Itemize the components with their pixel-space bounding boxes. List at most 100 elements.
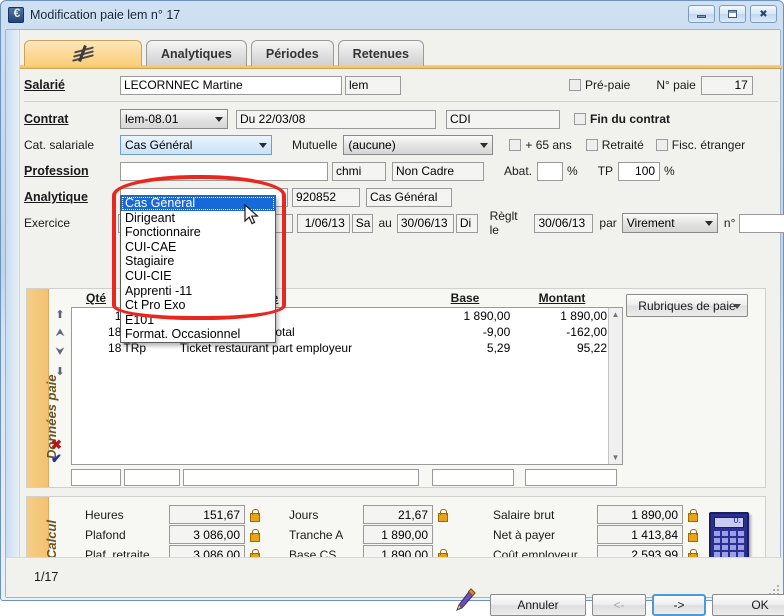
- rubriques-de-paie-button[interactable]: Rubriques de paie: [626, 294, 748, 317]
- rubriques-de-paie-label: Rubriques de paie: [638, 298, 736, 313]
- heures-input[interactable]: 151,67: [169, 505, 245, 524]
- prepaie-checkbox[interactable]: [569, 79, 581, 91]
- fin-contrat-checkbox[interactable]: [574, 113, 586, 125]
- check-validate-icon[interactable]: ✔: [51, 451, 62, 467]
- ok-button[interactable]: OK: [712, 594, 784, 616]
- edit-base-input[interactable]: [432, 469, 514, 486]
- profession-cadre-input[interactable]: Non Cadre: [392, 161, 484, 181]
- cell-base: -9,00: [482, 325, 511, 339]
- cat-salariale-combo[interactable]: Cas Général: [120, 135, 272, 155]
- chevron-down-icon: [704, 221, 713, 226]
- edit-code-input[interactable]: [124, 469, 180, 486]
- cat-salariale-label: Cat. salariale: [24, 138, 95, 152]
- mutuelle-combo[interactable]: (aucune): [343, 135, 494, 155]
- dropdown-option-6[interactable]: Apprenti -11: [121, 284, 275, 299]
- tab-analytiques[interactable]: Analytiques: [146, 40, 247, 66]
- pencil-edit-icon[interactable]: [454, 588, 476, 612]
- dropdown-option-9[interactable]: Format. Occasionnel: [121, 327, 275, 342]
- move-first-icon[interactable]: ⬆: [51, 305, 69, 324]
- tab-bar: Analytiques Périodes Retenues: [24, 38, 428, 66]
- table-row-empty[interactable]: [72, 388, 608, 404]
- calcul-side-label: Calcul: [44, 519, 59, 559]
- table-row-empty[interactable]: [72, 372, 608, 388]
- reglt-mode-combo[interactable]: Virement: [621, 213, 718, 233]
- profession-code-input[interactable]: chmi: [332, 161, 386, 181]
- dropdown-option-8[interactable]: E101: [121, 313, 275, 328]
- analytique-code-input[interactable]: 920852: [292, 187, 360, 207]
- chevron-down-icon: [480, 143, 489, 148]
- tranche-a-input[interactable]: 1 890,00: [363, 525, 433, 544]
- salaire-brut-label: Salaire brut: [493, 507, 555, 522]
- exercice-du-input[interactable]: 1/06/13: [296, 213, 350, 233]
- dropdown-option-4[interactable]: Stagiaire: [121, 254, 275, 269]
- plafond-input[interactable]: 3 086,00: [169, 525, 245, 544]
- profession-input[interactable]: [120, 161, 328, 181]
- dropdown-option-3[interactable]: CUI-CAE: [121, 240, 275, 255]
- client-area: Analytiques Périodes Retenues Salarié LE…: [5, 29, 784, 616]
- fisc-etranger-checkbox[interactable]: [655, 139, 668, 151]
- salaire-brut-input[interactable]: 1 890,00: [597, 505, 683, 524]
- table-row-empty[interactable]: [72, 356, 608, 372]
- table-row-empty[interactable]: [72, 452, 608, 464]
- col-base: Base: [417, 289, 513, 309]
- jours-input[interactable]: 21,67: [363, 505, 433, 524]
- abat-input[interactable]: [537, 161, 564, 181]
- maximize-icon[interactable]: [719, 5, 746, 23]
- retraite-checkbox[interactable]: [585, 139, 598, 151]
- close-icon[interactable]: ✖: [750, 5, 777, 23]
- grid-vertical-scrollbar[interactable]: ▲ ▼: [608, 308, 622, 464]
- numero-input[interactable]: [739, 213, 784, 233]
- exercice-au-input[interactable]: 30/06/13: [396, 213, 454, 233]
- tab-retenues[interactable]: Retenues: [337, 40, 424, 66]
- tp-input[interactable]: 100: [618, 161, 661, 181]
- prev-button[interactable]: <-: [592, 594, 646, 616]
- plus65-checkbox[interactable]: [509, 139, 522, 151]
- tab-general[interactable]: [24, 40, 142, 66]
- salarie-input[interactable]: LECORNNEC Martine: [120, 75, 342, 95]
- table-row-empty[interactable]: [72, 436, 608, 452]
- chevron-down-icon: [259, 143, 267, 148]
- calculator-icon[interactable]: [709, 512, 749, 560]
- dropdown-option-5[interactable]: CUI-CIE: [121, 269, 275, 284]
- grid-edit-row: [71, 469, 623, 486]
- minimize-icon[interactable]: [688, 5, 715, 23]
- analytique-value-input[interactable]: Cas Général: [366, 187, 452, 207]
- scroll-down-icon[interactable]: ▼: [609, 451, 622, 464]
- cancel-button[interactable]: Annuler: [490, 594, 586, 616]
- cell-qte: 18: [108, 341, 122, 355]
- exercice-au-day: Di: [455, 213, 478, 233]
- edit-rubrique-input[interactable]: [183, 469, 419, 486]
- table-row-empty[interactable]: [72, 420, 608, 436]
- contrat-type-input[interactable]: CDI: [446, 109, 560, 129]
- move-down-icon[interactable]: ⮟: [51, 343, 69, 362]
- contrat-combo[interactable]: lem-08.01: [120, 109, 228, 129]
- contrat-label: Contrat: [24, 112, 69, 126]
- move-up-icon[interactable]: ⮝: [51, 324, 69, 343]
- edit-montant-input[interactable]: [525, 469, 617, 486]
- prepaie-label: Pré-paie: [585, 78, 631, 92]
- cell-qte: 1: [114, 309, 122, 323]
- tab-analytiques-label: Analytiques: [161, 46, 232, 61]
- salarie-code-input[interactable]: lem: [345, 75, 401, 95]
- application-window: Modification paie lem n° 17 ✖ Analytique…: [0, 0, 784, 616]
- net-a-payer-input[interactable]: 1 413,84: [597, 525, 683, 544]
- cell-qte: 18: [108, 325, 122, 339]
- reglt-mode-value: Virement: [626, 216, 675, 230]
- edit-qte-input[interactable]: [71, 469, 121, 486]
- next-button[interactable]: ->: [652, 594, 706, 616]
- table-row-empty[interactable]: [72, 404, 608, 420]
- reglt-date-input[interactable]: 30/06/13: [534, 213, 594, 233]
- move-last-icon[interactable]: ⬇: [51, 362, 69, 381]
- tab-periodes-label: Périodes: [265, 46, 319, 61]
- contrat-du-input[interactable]: Du 22/03/08: [236, 109, 436, 129]
- tab-periodes[interactable]: Périodes: [250, 40, 334, 66]
- nopaie-input[interactable]: 17: [700, 75, 753, 95]
- donnees-paie-side-tab: Données paie: [27, 289, 59, 487]
- reglt-label: Règlt le: [489, 209, 518, 237]
- left-gradient-stripe: [6, 30, 20, 597]
- title-bar[interactable]: Modification paie lem n° 17 ✖: [1, 1, 783, 29]
- lock-icon: [687, 509, 698, 522]
- dropdown-option-7[interactable]: Ct Pro Exo: [121, 298, 275, 313]
- nopaie-label: N° paie: [656, 78, 696, 92]
- scroll-up-icon[interactable]: ▲: [609, 308, 622, 321]
